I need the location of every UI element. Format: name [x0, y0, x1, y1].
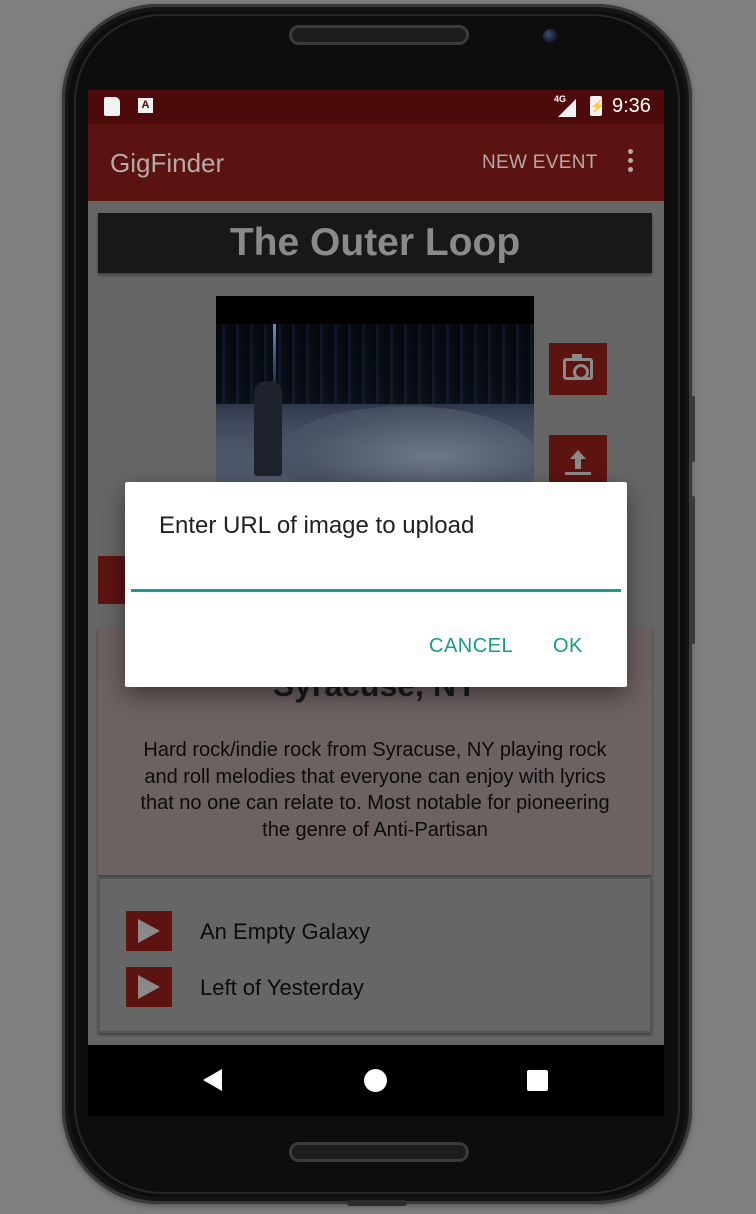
bottom-notch: [347, 1200, 407, 1206]
red-action-button[interactable]: [98, 556, 128, 604]
dialog-title: Enter URL of image to upload: [159, 512, 475, 539]
signal-icon: [558, 99, 576, 117]
top-speaker: [289, 25, 469, 45]
navigation-bar: [88, 1045, 664, 1116]
font-a-icon: A: [138, 98, 153, 113]
play-icon[interactable]: [126, 911, 172, 951]
ok-button[interactable]: OK: [553, 635, 583, 658]
back-triangle-icon[interactable]: [203, 1069, 222, 1091]
song-title: Left of Yesterday: [200, 975, 364, 1000]
band-photo: [216, 296, 534, 496]
power-button: [691, 496, 695, 644]
upload-icon: [563, 450, 593, 480]
home-circle-icon[interactable]: [364, 1069, 387, 1092]
play-icon[interactable]: [126, 967, 172, 1007]
device-screen: A 4G ⚡ 9:36 GigFinder NEW EVENT The Oute…: [88, 90, 664, 1116]
clock: 9:36: [612, 95, 651, 117]
status-bar: A 4G ⚡ 9:36: [88, 90, 664, 124]
cancel-button[interactable]: CANCEL: [429, 635, 513, 658]
new-event-button[interactable]: NEW EVENT: [482, 152, 598, 174]
take-photo-button[interactable]: [549, 343, 607, 395]
bottom-speaker: [289, 1142, 469, 1162]
volume-button: [691, 396, 695, 462]
sd-card-icon: [104, 97, 120, 116]
image-url-input[interactable]: [131, 552, 621, 592]
more-vert-icon[interactable]: [628, 149, 634, 176]
battery-charging-icon: ⚡: [590, 96, 605, 116]
camera-icon: [563, 354, 593, 380]
front-camera: [543, 29, 557, 43]
song-list: An Empty Galaxy Left of Yesterday: [98, 877, 652, 1033]
app-title: GigFinder: [110, 148, 225, 178]
app-bar: GigFinder NEW EVENT: [88, 124, 664, 201]
image-url-dialog: Enter URL of image to upload CANCEL OK: [125, 482, 627, 687]
recents-square-icon[interactable]: [527, 1070, 548, 1091]
band-name: The Outer Loop: [98, 213, 652, 273]
band-description: Hard rock/indie rock from Syracuse, NY p…: [140, 739, 610, 841]
song-title: An Empty Galaxy: [200, 919, 370, 944]
